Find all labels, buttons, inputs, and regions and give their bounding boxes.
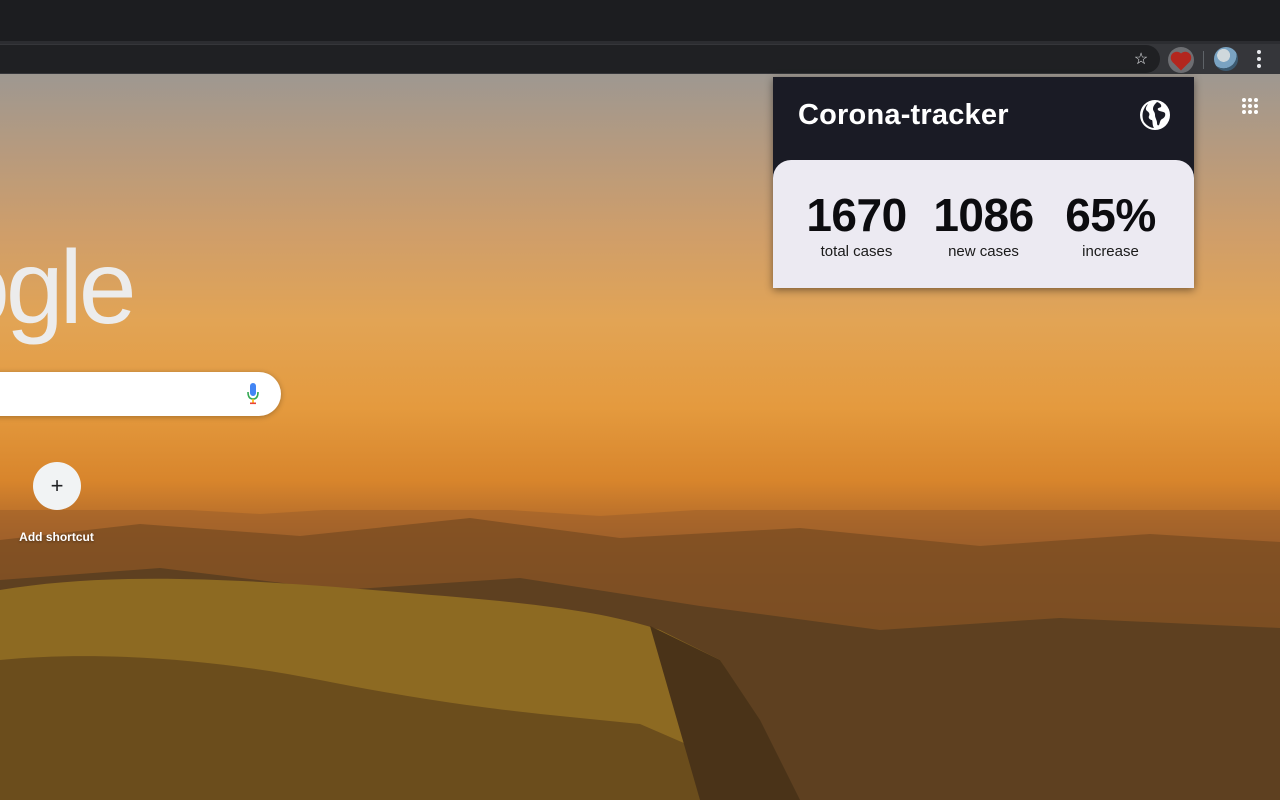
stats-panel: 1670 total cases 1086 new cases 65% incr… — [773, 160, 1194, 288]
stat-total-cases: 1670 total cases — [793, 160, 920, 288]
corona-tracker-extension-button[interactable] — [1168, 47, 1194, 73]
add-shortcut-label[interactable]: Add shortcut — [0, 530, 113, 544]
more-menu-icon[interactable] — [1248, 48, 1270, 70]
stat-value: 65% — [1065, 189, 1156, 241]
address-bar[interactable] — [0, 45, 1160, 73]
stat-label: increase — [1082, 243, 1139, 260]
star-icon[interactable]: ☆ — [1130, 48, 1152, 70]
apps-grid-icon[interactable] — [1242, 98, 1258, 114]
add-shortcut-button[interactable]: + — [33, 462, 81, 510]
stat-label: total cases — [820, 243, 893, 260]
stat-value: 1670 — [806, 189, 907, 241]
tab-strip — [0, 0, 1280, 41]
corona-tracker-popup: Corona-tracker 1670 total cases 1086 new… — [773, 77, 1194, 288]
popup-title: Corona-tracker — [798, 99, 1009, 131]
search-box[interactable] — [0, 372, 281, 416]
stat-label: new cases — [948, 243, 1019, 260]
stat-new-cases: 1086 new cases — [920, 160, 1047, 288]
profile-avatar[interactable] — [1214, 47, 1238, 71]
toolbar-divider — [1203, 51, 1204, 69]
microphone-icon[interactable] — [247, 383, 259, 405]
stat-value: 1086 — [933, 189, 1034, 241]
stat-increase: 65% increase — [1047, 160, 1174, 288]
google-logo: ogle — [0, 230, 137, 346]
extension-heart-icon — [1172, 53, 1190, 70]
globe-icon[interactable] — [1139, 99, 1171, 131]
landscape-hills — [0, 510, 1280, 800]
